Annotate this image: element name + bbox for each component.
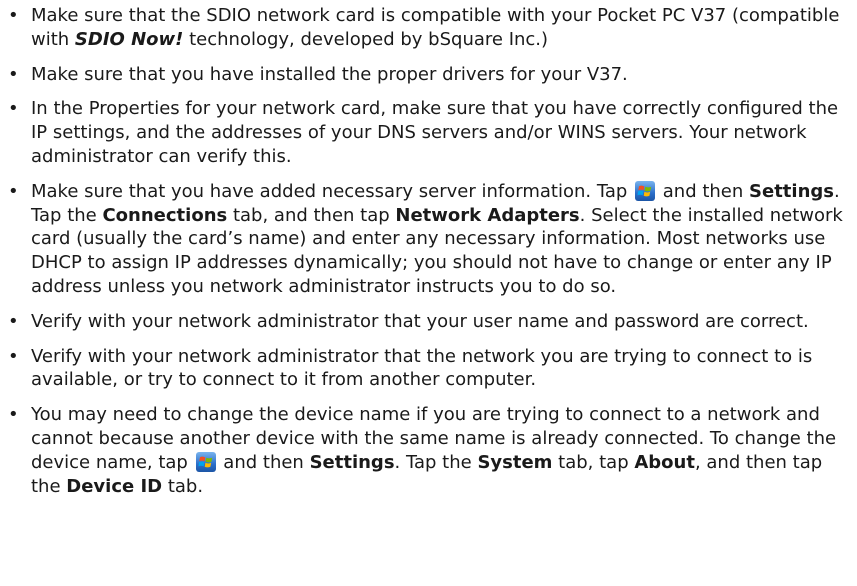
network-adapters-term: Network Adapters — [395, 204, 580, 226]
list-item: • Verify with your network administrator… — [0, 345, 857, 393]
connections-term: Connections — [102, 204, 228, 226]
windows-start-icon — [635, 180, 656, 201]
list-item: • In the Properties for your network car… — [0, 97, 857, 168]
settings-term: Settings — [309, 451, 395, 473]
settings-term: Settings — [749, 180, 834, 202]
bullet-point: • — [8, 63, 19, 85]
item-text: Make sure that you have installed the pr… — [31, 63, 628, 85]
bullet-point: • — [8, 180, 19, 202]
item-text: Make sure that you have added necessary … — [31, 180, 634, 202]
item-text: tab, tap — [552, 451, 635, 473]
windows-start-icon — [195, 451, 216, 472]
bullet-point: • — [8, 404, 19, 426]
item-text: and then — [657, 180, 750, 202]
item-text: Verify with your network administrator t… — [31, 310, 809, 332]
item-text: and then — [217, 451, 310, 473]
list-item: • You may need to change the device name… — [0, 403, 857, 498]
list-item: • Make sure that the SDIO network card i… — [0, 4, 857, 52]
list-item: • Make sure that you have added necessar… — [0, 180, 857, 299]
device-id-term: Device ID — [66, 475, 163, 497]
list-item: • Make sure that you have installed the … — [0, 63, 857, 87]
document-page: • Make sure that the SDIO network card i… — [0, 0, 857, 586]
item-text: tab. — [162, 475, 204, 497]
about-term: About — [634, 451, 695, 473]
item-text: In the Properties for your network card,… — [31, 98, 839, 167]
item-text: tab, and then tap — [227, 204, 396, 226]
bullet-point: • — [8, 345, 19, 367]
bullet-point: • — [8, 98, 19, 120]
system-term: System — [477, 451, 553, 473]
item-text: technology, developed by bSquare Inc.) — [183, 28, 549, 50]
item-text: . Tap the — [394, 451, 478, 473]
bullet-point: • — [8, 310, 19, 332]
list-item: • Verify with your network administrator… — [0, 310, 857, 334]
sdio-now-emphasis: SDIO Now! — [74, 28, 184, 50]
bullet-point: • — [8, 5, 19, 26]
troubleshooting-bullet-list: • Make sure that the SDIO network card i… — [0, 4, 857, 509]
item-text: Verify with your network administrator t… — [31, 345, 813, 391]
